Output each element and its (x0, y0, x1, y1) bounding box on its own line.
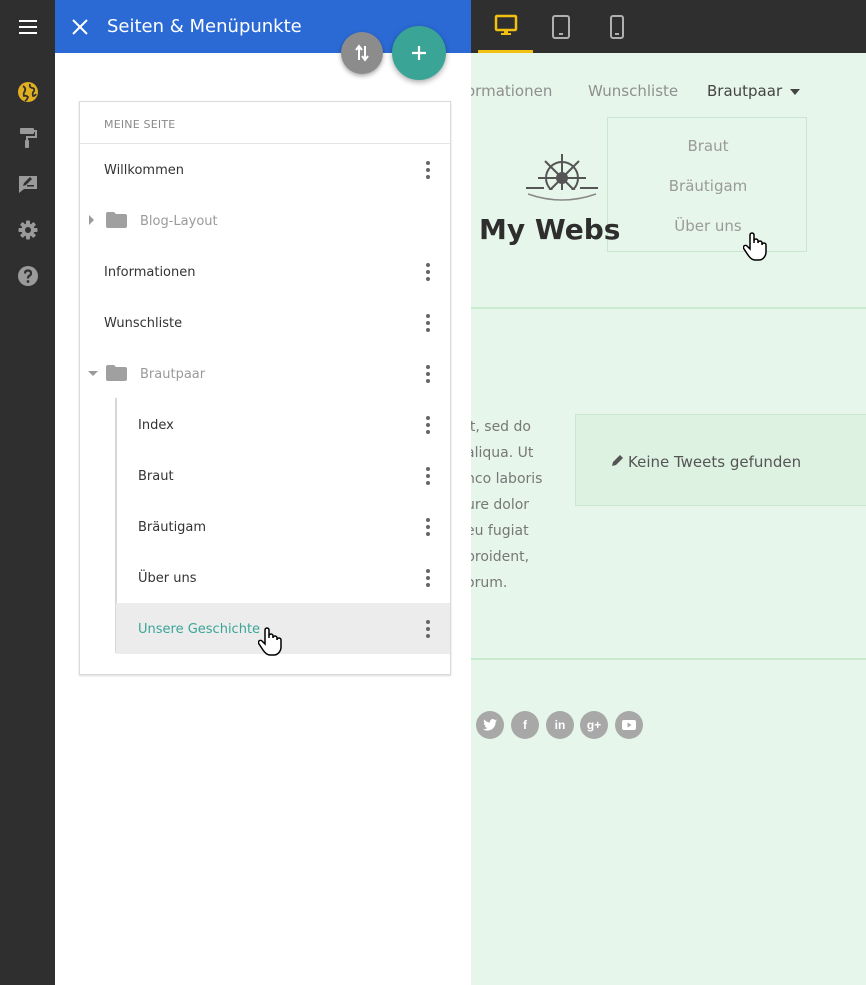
plus-icon (412, 46, 426, 60)
linkedin-icon[interactable]: in (546, 711, 574, 739)
ship-wheel-logo (524, 154, 600, 202)
desktop-icon (494, 14, 517, 35)
google-plus-icon[interactable]: g+ (580, 711, 608, 739)
site-nav-wunschliste[interactable]: Wunschliste (588, 82, 678, 100)
globe-icon[interactable] (0, 69, 55, 115)
dropdown-item-ueber-uns[interactable]: Über uns (608, 217, 808, 235)
body-text-line: orum. (466, 575, 508, 591)
pages-panel: Seiten & Menüpunkte MEINE SEITE Willkomm… (55, 0, 471, 985)
add-page-button[interactable] (392, 26, 446, 80)
divider (471, 307, 866, 309)
dropdown-item-braeutigam[interactable]: Bräutigam (608, 177, 808, 195)
more-vert-icon[interactable] (420, 161, 436, 179)
help-icon[interactable] (0, 253, 55, 299)
tree-item-label: Index (138, 418, 174, 433)
section-label: MEINE SEITE (104, 118, 176, 131)
body-text-line: eu fugiat (466, 523, 529, 539)
tablet-icon (551, 14, 570, 39)
more-vert-icon[interactable] (420, 620, 436, 638)
more-vert-icon[interactable] (420, 416, 436, 434)
panel-title: Seiten & Menüpunkte (107, 16, 302, 37)
body-text-line: it, sed do (466, 419, 531, 435)
tree-item-label: Bräutigam (138, 520, 207, 535)
tree-item-blog-layout[interactable]: Blog-Layout (80, 195, 450, 246)
paint-roller-icon[interactable] (0, 115, 55, 161)
tree-item-ueber-uns[interactable]: Über uns (80, 552, 450, 603)
settings-gear-icon[interactable] (0, 207, 55, 253)
left-rail (0, 53, 55, 985)
tree-item-label: Willkommen (104, 163, 184, 178)
body-text-line: proident, (466, 549, 530, 565)
page-tree-card: MEINE SEITE Willkommen Blog-Layout Infor… (79, 101, 451, 675)
tree-item-label: Brautpaar (140, 367, 206, 382)
more-vert-icon[interactable] (420, 263, 436, 281)
edit-icon[interactable] (0, 161, 55, 207)
dropdown-item-braut[interactable]: Braut (608, 137, 808, 155)
body-text-line: aliqua. Ut (466, 445, 534, 461)
card-header: MEINE SEITE (80, 102, 450, 144)
site-title: My Webs (479, 213, 621, 246)
tree-item-label: Informationen (104, 265, 196, 280)
tree-item-label: Unsere Geschichte (138, 622, 261, 637)
folder-icon (106, 212, 127, 228)
youtube-icon[interactable] (615, 711, 643, 739)
divider (471, 658, 866, 660)
tree-item-unsere-geschichte[interactable]: Unsere Geschichte (116, 603, 450, 654)
more-vert-icon[interactable] (420, 314, 436, 332)
tree-item-braeutigam[interactable]: Bräutigam (80, 501, 450, 552)
more-vert-icon[interactable] (420, 467, 436, 485)
tree-item-wunschliste[interactable]: Wunschliste (80, 297, 450, 348)
more-vert-icon[interactable] (420, 569, 436, 587)
tweets-widget: Keine Tweets gefunden (575, 414, 866, 506)
tree-item-label: Über uns (138, 571, 197, 586)
tablet-view-button[interactable] (533, 0, 588, 53)
sort-arrows-icon (355, 44, 369, 62)
tree-item-label: Braut (138, 469, 174, 484)
tree-item-label: Wunschliste (104, 316, 183, 331)
caret-down-icon (789, 88, 800, 95)
facebook-icon[interactable]: f (511, 711, 539, 739)
phone-view-button[interactable] (589, 0, 644, 53)
site-nav-informationen[interactable]: ormationen (466, 82, 552, 100)
tree-item-brautpaar[interactable]: Brautpaar (80, 348, 450, 399)
phone-icon (609, 14, 624, 39)
sort-button[interactable] (341, 32, 383, 74)
tree-item-braut[interactable]: Braut (80, 450, 450, 501)
more-vert-icon[interactable] (420, 518, 436, 536)
body-text-line: ure dolor (466, 497, 530, 513)
body-text-line: nco laboris (466, 471, 543, 487)
site-nav-dropdown: Braut Bräutigam Über uns (607, 117, 807, 252)
caret-down-icon[interactable] (87, 367, 99, 379)
tree-item-label: Blog-Layout (140, 214, 218, 229)
caret-right-icon[interactable] (85, 214, 97, 226)
tree-item-willkommen[interactable]: Willkommen (80, 144, 450, 195)
tree-item-index[interactable]: Index (80, 399, 450, 450)
hamburger-menu-icon[interactable] (0, 0, 55, 53)
twitter-icon[interactable] (476, 711, 504, 739)
tweets-empty-text: Keine Tweets gefunden (628, 453, 802, 471)
desktop-view-button[interactable] (478, 0, 533, 53)
pencil-icon (612, 455, 623, 466)
site-nav-brautpaar[interactable]: Brautpaar (707, 82, 800, 100)
close-icon[interactable] (67, 14, 93, 40)
folder-icon (106, 365, 127, 381)
more-vert-icon[interactable] (420, 365, 436, 383)
site-nav-brautpaar-label: Brautpaar (707, 82, 783, 100)
tree-item-informationen[interactable]: Informationen (80, 246, 450, 297)
